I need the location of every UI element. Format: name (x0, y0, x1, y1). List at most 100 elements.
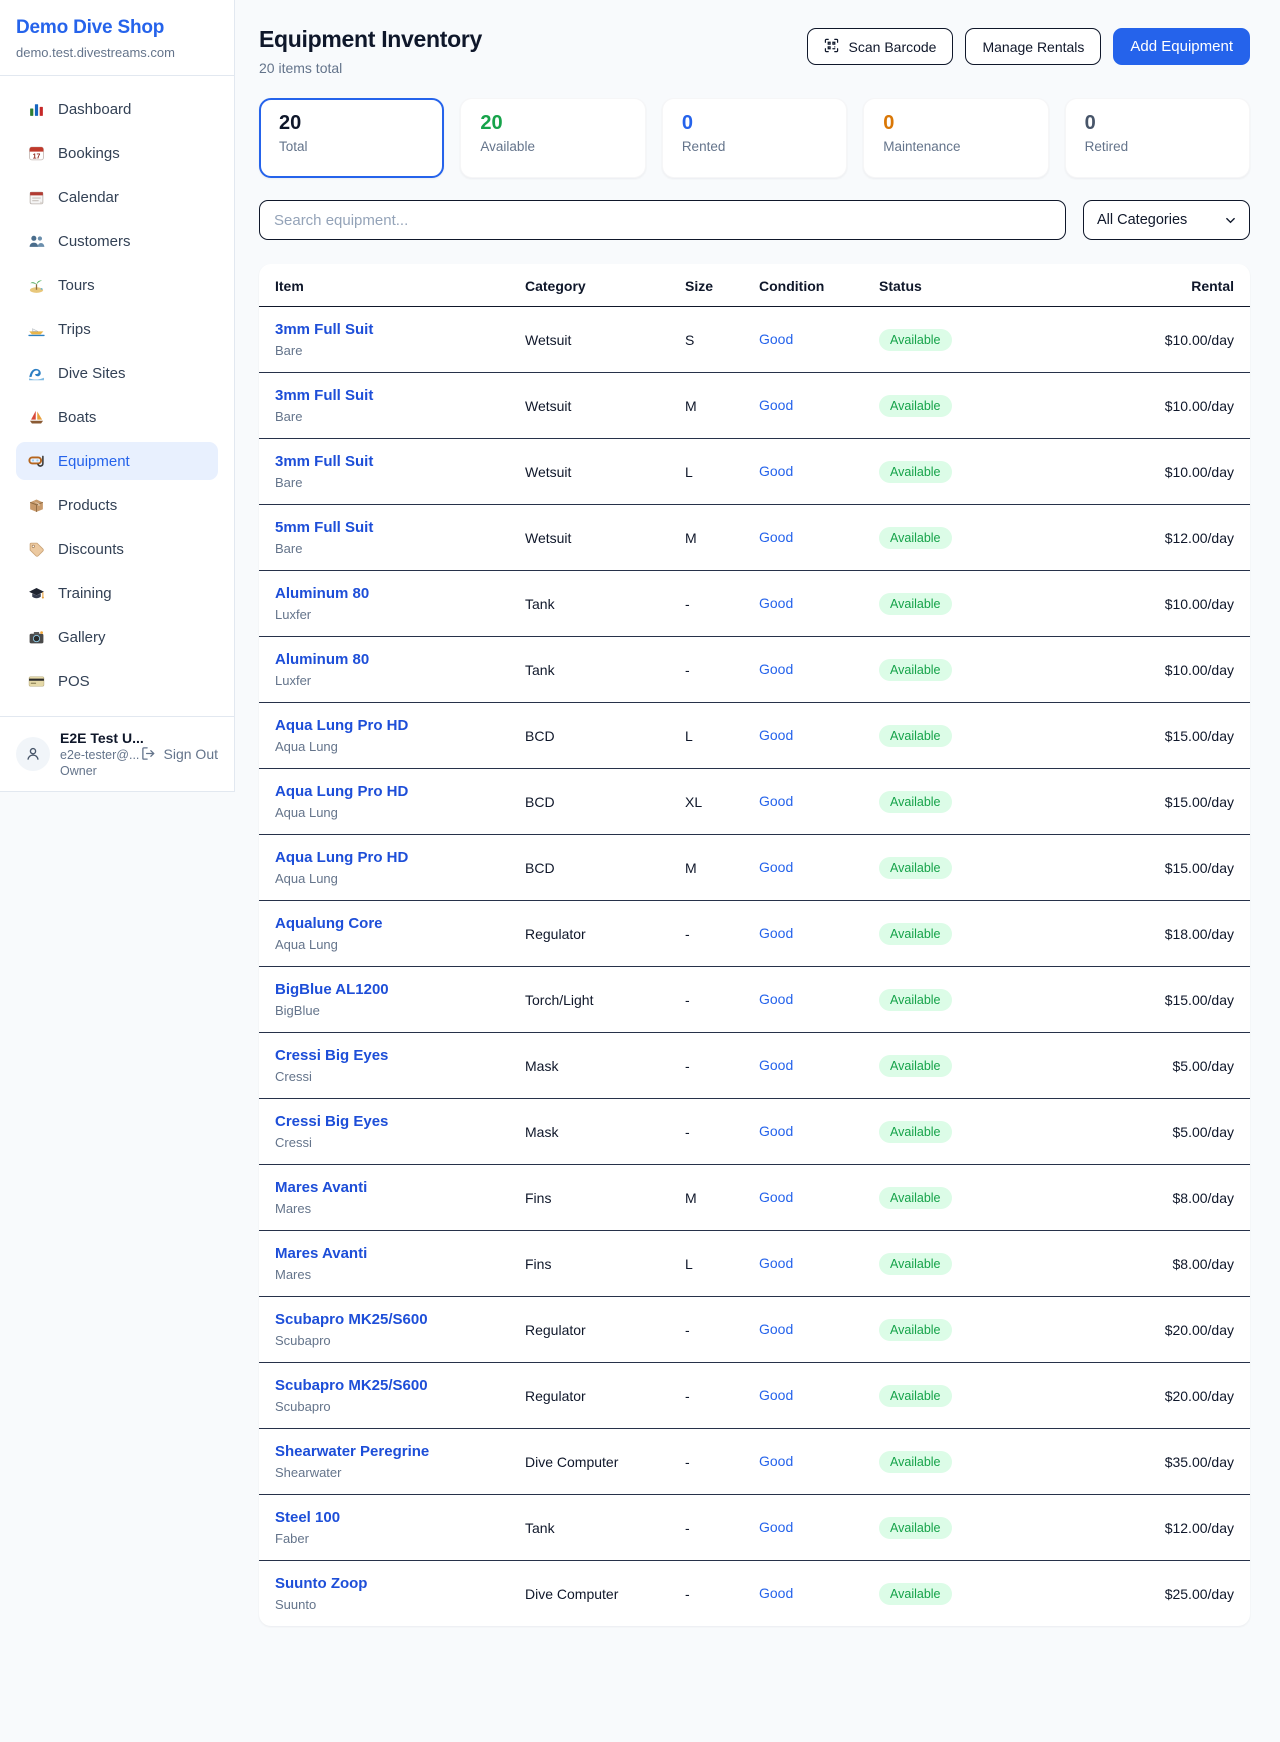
item-name-link[interactable]: Cressi Big Eyes (275, 1047, 388, 1064)
item-name-link[interactable]: Cressi Big Eyes (275, 1113, 388, 1130)
item-size: S (669, 307, 743, 373)
sidebar-item-calendar[interactable]: Calendar (16, 178, 218, 216)
sidebar-item-equipment[interactable]: Equipment (16, 442, 218, 480)
condition-link[interactable]: Good (759, 529, 793, 545)
item-category: Regulator (509, 1297, 669, 1363)
item-name-link[interactable]: Aqua Lung Pro HD (275, 783, 408, 800)
item-name-link[interactable]: Steel 100 (275, 1509, 340, 1526)
item-name-link[interactable]: Suunto Zoop (275, 1575, 367, 1592)
rental-rate: $12.00/day (1105, 505, 1250, 571)
condition-link[interactable]: Good (759, 859, 793, 875)
condition-link[interactable]: Good (759, 595, 793, 611)
sidebar-item-pos[interactable]: POS (16, 662, 218, 700)
sidebar-item-boats[interactable]: Boats (16, 398, 218, 436)
item-name-link[interactable]: 5mm Full Suit (275, 519, 373, 536)
condition-link[interactable]: Good (759, 1123, 793, 1139)
status-badge: Available (879, 923, 952, 945)
item-name-link[interactable]: Aqua Lung Pro HD (275, 849, 408, 866)
sidebar-item-products[interactable]: Products (16, 486, 218, 524)
chevron-down-icon (1225, 215, 1236, 226)
item-brand: BigBlue (275, 1003, 493, 1018)
item-name-link[interactable]: Scubapro MK25/S600 (275, 1377, 428, 1394)
condition-link[interactable]: Good (759, 991, 793, 1007)
category-select[interactable]: All Categories (1083, 200, 1250, 240)
item-name-link[interactable]: Aluminum 80 (275, 651, 369, 668)
condition-link[interactable]: Good (759, 1057, 793, 1073)
table-row: Mares Avanti Mares Fins M Good Available… (259, 1165, 1250, 1231)
items-count: 20 items total (259, 60, 482, 76)
condition-link[interactable]: Good (759, 1321, 793, 1337)
item-name-link[interactable]: BigBlue AL1200 (275, 981, 389, 998)
diving-mask-icon (28, 453, 45, 470)
item-category: Wetsuit (509, 307, 669, 373)
graduation-cap-icon (28, 585, 45, 602)
item-name-link[interactable]: Aqua Lung Pro HD (275, 717, 408, 734)
item-brand: Mares (275, 1201, 493, 1216)
condition-link[interactable]: Good (759, 727, 793, 743)
item-name-link[interactable]: Scubapro MK25/S600 (275, 1311, 428, 1328)
item-name-link[interactable]: 3mm Full Suit (275, 321, 373, 338)
item-name-link[interactable]: 3mm Full Suit (275, 453, 373, 470)
search-input[interactable] (259, 200, 1066, 240)
condition-link[interactable]: Good (759, 1387, 793, 1403)
sidebar-item-trips[interactable]: Trips (16, 310, 218, 348)
wave-icon (28, 365, 45, 382)
condition-link[interactable]: Good (759, 1189, 793, 1205)
manage-rentals-button[interactable]: Manage Rentals (965, 28, 1101, 65)
item-brand: Aqua Lung (275, 805, 493, 820)
rental-rate: $5.00/day (1105, 1099, 1250, 1165)
sidebar-item-discounts[interactable]: Discounts (16, 530, 218, 568)
item-name-link[interactable]: Aqualung Core (275, 915, 383, 932)
table-row: Aqua Lung Pro HD Aqua Lung BCD L Good Av… (259, 703, 1250, 769)
table-row: Scubapro MK25/S600 Scubapro Regulator - … (259, 1363, 1250, 1429)
item-name-link[interactable]: Aluminum 80 (275, 585, 369, 602)
brand-name[interactable]: Demo Dive Shop (16, 17, 218, 39)
sidebar-item-dashboard[interactable]: Dashboard (16, 90, 218, 128)
sidebar-item-label: Boats (58, 409, 96, 426)
sidebar-item-dive-sites[interactable]: Dive Sites (16, 354, 218, 392)
table-row: Cressi Big Eyes Cressi Mask - Good Avail… (259, 1033, 1250, 1099)
item-size: M (669, 1165, 743, 1231)
stat-card-maintenance[interactable]: 0Maintenance (863, 98, 1048, 178)
rental-rate: $25.00/day (1105, 1561, 1250, 1627)
item-size: - (669, 1429, 743, 1495)
table-row: Aluminum 80 Luxfer Tank - Good Available… (259, 637, 1250, 703)
item-category: Regulator (509, 1363, 669, 1429)
rental-rate: $10.00/day (1105, 373, 1250, 439)
condition-link[interactable]: Good (759, 925, 793, 941)
sign-out-label: Sign Out (164, 746, 218, 762)
item-name-link[interactable]: Shearwater Peregrine (275, 1443, 429, 1460)
manage-rentals-label: Manage Rentals (982, 39, 1084, 55)
stat-card-total[interactable]: 20Total (259, 98, 444, 178)
stat-card-retired[interactable]: 0Retired (1065, 98, 1250, 178)
sidebar-item-bookings[interactable]: 17Bookings (16, 134, 218, 172)
stat-card-available[interactable]: 20Available (460, 98, 645, 178)
stat-card-rented[interactable]: 0Rented (662, 98, 847, 178)
brand-block: Demo Dive Shop demo.test.divestreams.com (0, 0, 234, 76)
condition-link[interactable]: Good (759, 1585, 793, 1601)
condition-link[interactable]: Good (759, 1519, 793, 1535)
condition-link[interactable]: Good (759, 661, 793, 677)
item-size: - (669, 967, 743, 1033)
scan-barcode-button[interactable]: Scan Barcode (807, 28, 954, 65)
sidebar-item-training[interactable]: Training (16, 574, 218, 612)
add-equipment-button[interactable]: Add Equipment (1113, 28, 1250, 65)
item-brand: Luxfer (275, 673, 493, 688)
sidebar-item-customers[interactable]: Customers (16, 222, 218, 260)
sign-out-button[interactable]: Sign Out (141, 746, 218, 763)
item-size: L (669, 439, 743, 505)
item-name-link[interactable]: Mares Avanti (275, 1179, 367, 1196)
item-name-link[interactable]: Mares Avanti (275, 1245, 367, 1262)
status-badge: Available (879, 1055, 952, 1077)
condition-link[interactable]: Good (759, 397, 793, 413)
condition-link[interactable]: Good (759, 793, 793, 809)
condition-link[interactable]: Good (759, 1453, 793, 1469)
item-name-link[interactable]: 3mm Full Suit (275, 387, 373, 404)
condition-link[interactable]: Good (759, 463, 793, 479)
condition-link[interactable]: Good (759, 331, 793, 347)
bar-chart-icon (28, 101, 45, 118)
sidebar-item-tours[interactable]: Tours (16, 266, 218, 304)
sidebar-item-gallery[interactable]: Gallery (16, 618, 218, 656)
condition-link[interactable]: Good (759, 1255, 793, 1271)
item-category: Fins (509, 1231, 669, 1297)
